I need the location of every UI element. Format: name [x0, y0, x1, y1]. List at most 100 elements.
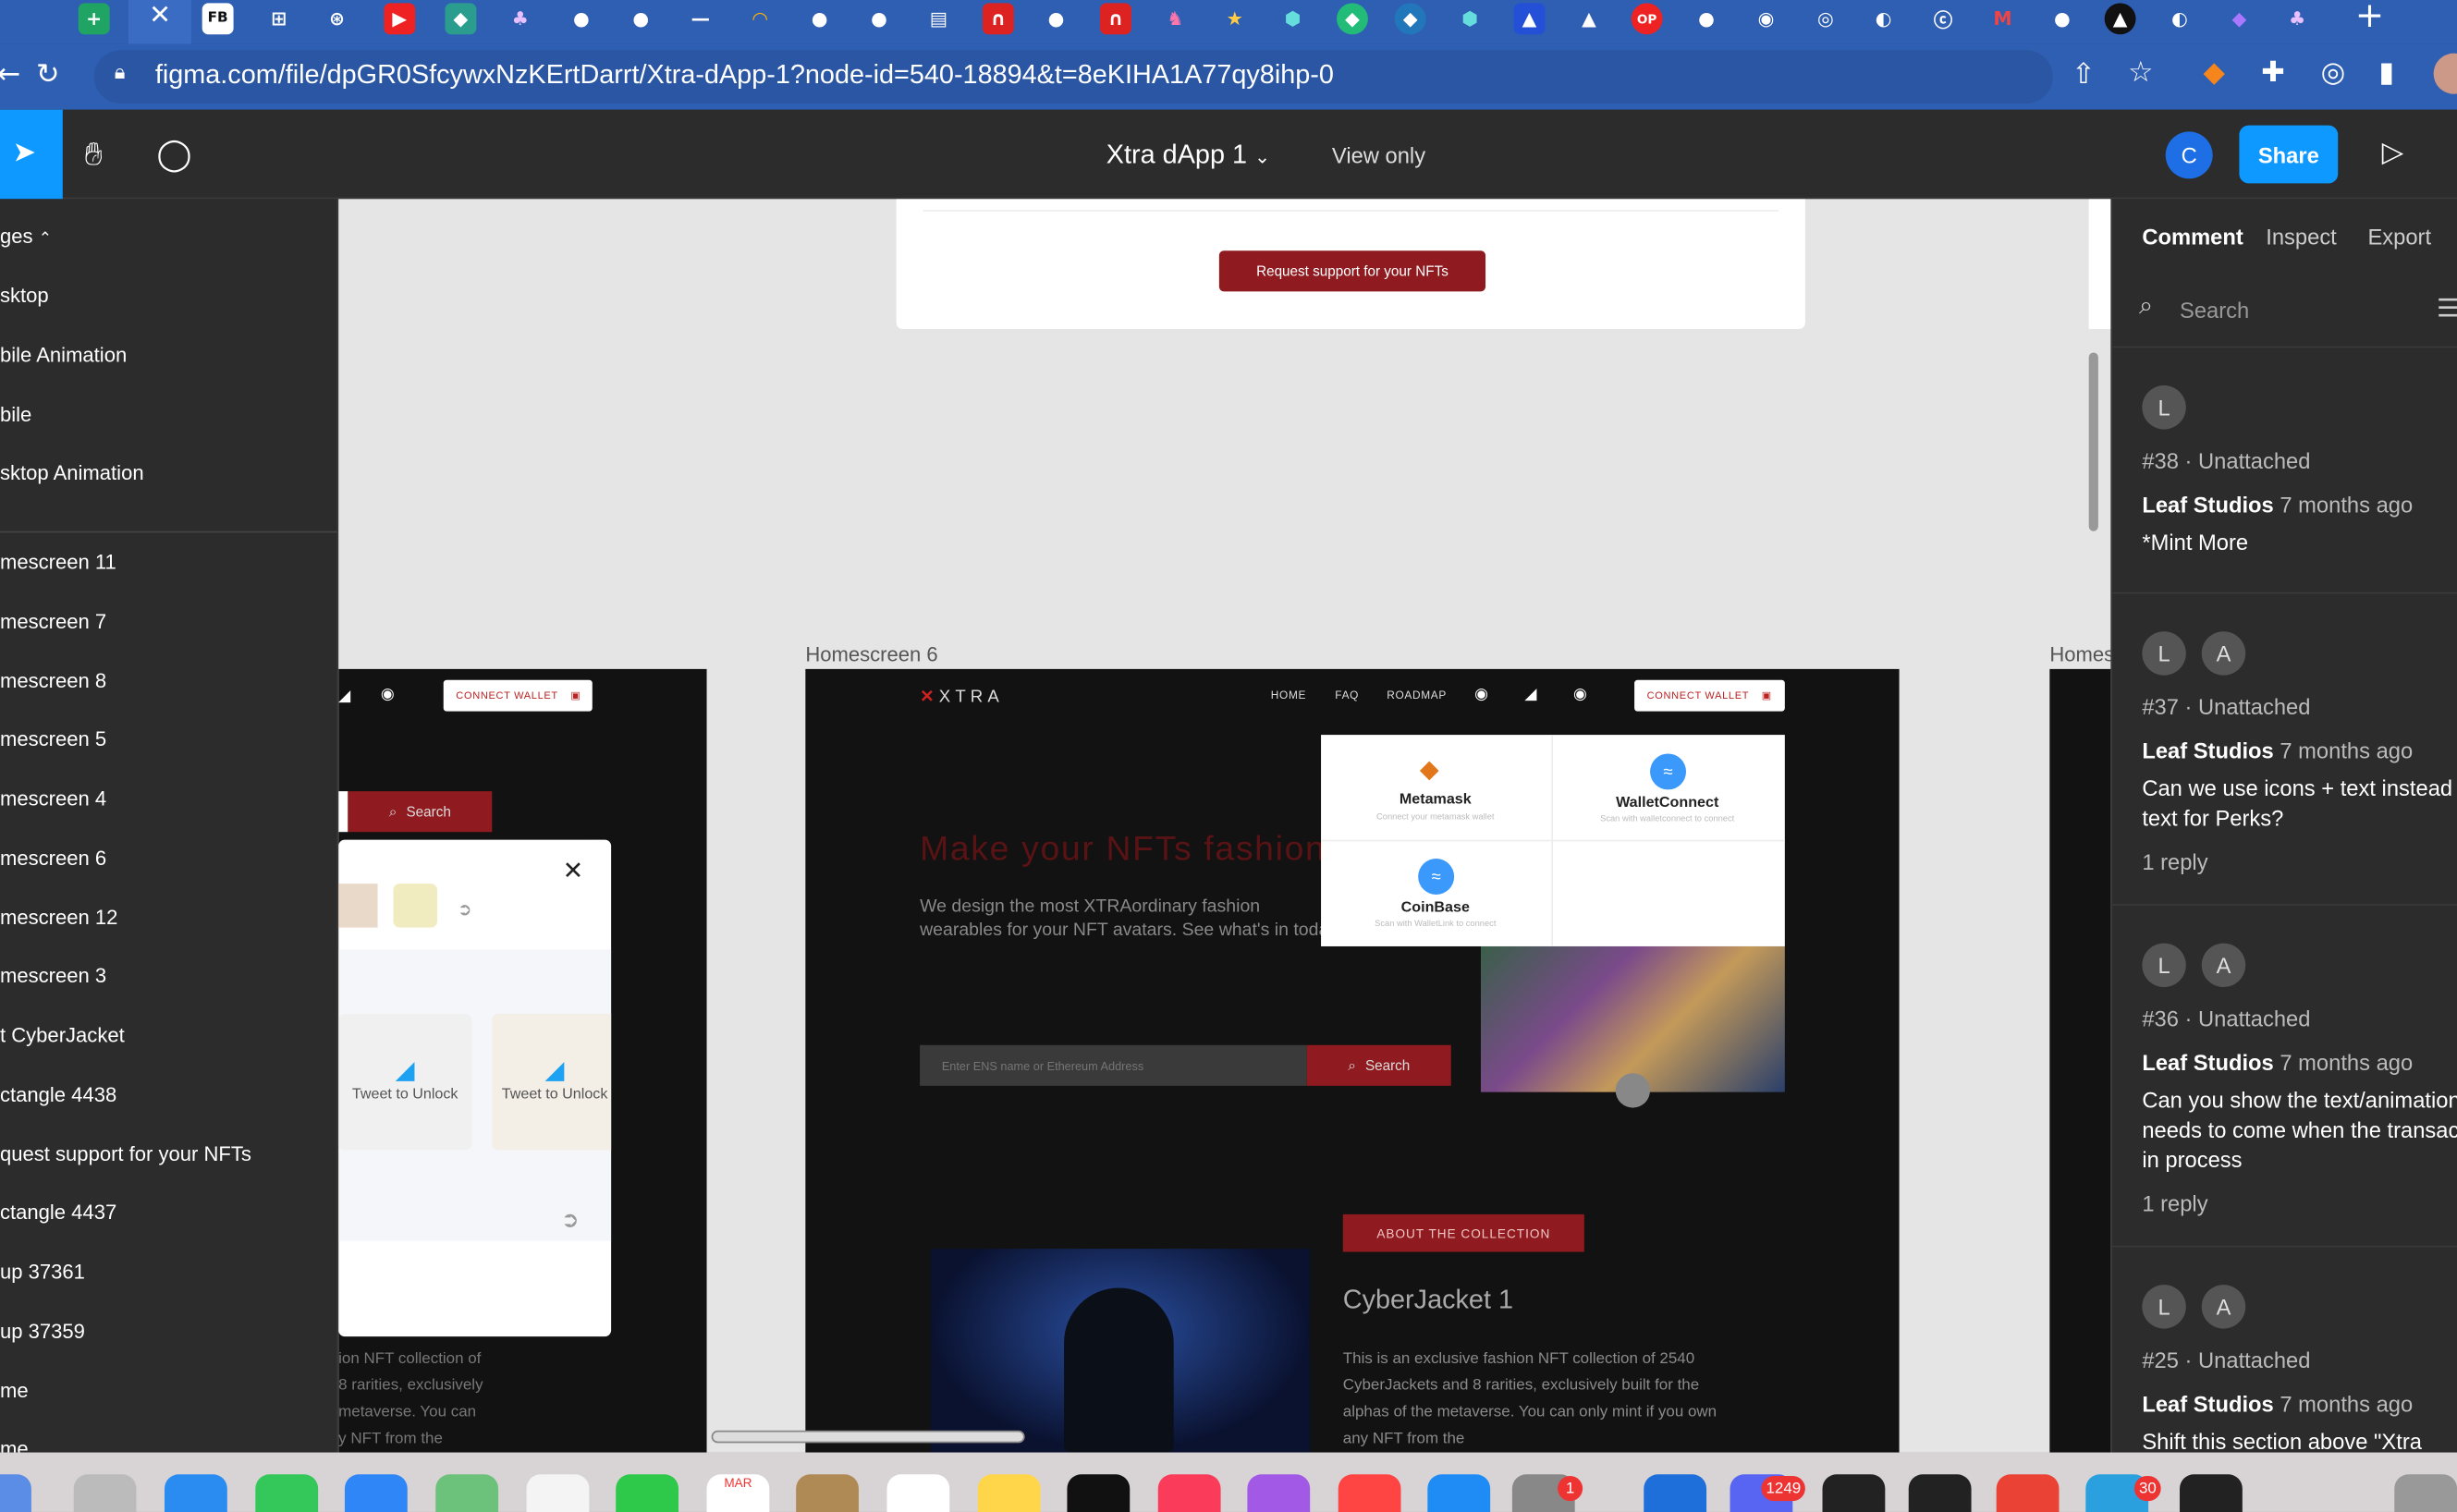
messages-icon[interactable]: [255, 1474, 319, 1512]
github-tab-icon-4[interactable]: ●: [863, 3, 895, 34]
discord-icon[interactable]: ◉: [381, 687, 395, 704]
tab-icon-teal[interactable]: ◆: [445, 3, 477, 35]
rainbow-tab-icon[interactable]: ◠: [744, 3, 776, 34]
active-tab[interactable]: ✕: [128, 0, 191, 44]
layer-item[interactable]: ctangle 4438: [0, 1082, 116, 1105]
tab-icon-fb[interactable]: FB: [202, 3, 234, 35]
app-icon[interactable]: [1822, 1474, 1886, 1512]
tweet-card[interactable]: ◢ Tweet to Unlock: [492, 1013, 612, 1151]
terminal-icon[interactable]: [1908, 1474, 1972, 1512]
chevron-down-icon[interactable]: ⌄: [1254, 146, 1270, 168]
tab-icon-drop-2[interactable]: ◆: [1394, 3, 1426, 35]
github-tab-icon-7[interactable]: ●: [2047, 3, 2078, 34]
share-button[interactable]: Share: [2239, 125, 2339, 184]
page-item[interactable]: sktop Animation: [0, 460, 144, 483]
frame-label-homescreen-6[interactable]: Homescreen 6: [805, 642, 937, 665]
tab-icon-triangle-2[interactable]: ▲: [1573, 3, 1605, 34]
layer-item[interactable]: mescreen 11: [0, 550, 116, 573]
arrow-circle-icon[interactable]: ➲: [458, 899, 472, 920]
optimism-tab-icon[interactable]: OP: [1631, 3, 1663, 35]
page-item[interactable]: bile: [0, 403, 31, 426]
github-tab-icon[interactable]: ●: [566, 3, 597, 34]
tab-icon-pink[interactable]: ♣: [505, 3, 536, 34]
reload-icon[interactable]: ↻: [36, 58, 60, 91]
url-text[interactable]: figma.com/file/dpGR0SfcywxNzKErtDarrt/Xt…: [155, 59, 1334, 91]
photos-icon[interactable]: [526, 1474, 590, 1512]
finder-icon[interactable]: [0, 1474, 31, 1512]
slider-handle[interactable]: [1615, 1073, 1651, 1108]
search-button[interactable]: ⌕ Search: [1306, 1044, 1451, 1086]
github-tab-icon-2[interactable]: ●: [625, 3, 656, 34]
launchpad-icon[interactable]: [73, 1474, 137, 1512]
tab-icon-triangle[interactable]: ▲: [1513, 3, 1546, 35]
podcasts-icon[interactable]: [1247, 1474, 1311, 1512]
maps-icon[interactable]: [435, 1474, 499, 1512]
tab-icon-line[interactable]: —: [685, 3, 716, 34]
tab-icon-red-2[interactable]: ∩: [1100, 3, 1131, 35]
wallet-select-modal[interactable]: ◆ Metamask Connect your metamask wallet …: [1321, 735, 1785, 946]
layer-item[interactable]: t CyberJacket: [0, 1023, 125, 1046]
github-tab-icon-6[interactable]: ●: [1691, 3, 1722, 34]
facetime-icon[interactable]: [616, 1474, 679, 1512]
extensions-puzzle-icon[interactable]: ✚: [2261, 56, 2285, 90]
tab-comment[interactable]: Comment: [2142, 224, 2243, 249]
gmail-tab-icon[interactable]: M: [1987, 3, 2019, 34]
opensea-icon[interactable]: ◉: [1474, 687, 1488, 704]
mail-icon[interactable]: [344, 1474, 408, 1512]
layer-item[interactable]: mescreen 12: [0, 906, 117, 929]
page-item[interactable]: sktop: [0, 284, 49, 307]
layer-item[interactable]: mescreen 3: [0, 964, 106, 987]
tab-icon-bolt[interactable]: ★: [1219, 3, 1251, 34]
reminders-icon[interactable]: [886, 1474, 950, 1512]
tab-icon-link[interactable]: ⊛: [322, 3, 353, 34]
close-icon[interactable]: ✕: [563, 856, 584, 887]
move-tool[interactable]: ➤: [0, 109, 63, 200]
tweet-unlock-modal[interactable]: ✕ ➲ ◢ Tweet to Unlock ◢ Tweet to Unlock …: [338, 839, 612, 1337]
metamask-option[interactable]: ◆ Metamask Connect your metamask wallet: [1321, 735, 1551, 840]
back-arrow-icon[interactable]: ←: [0, 58, 20, 91]
vertical-scrollbar[interactable]: [2088, 352, 2098, 531]
vscode-icon[interactable]: [1644, 1474, 1707, 1512]
activity-monitor-icon[interactable]: [2180, 1474, 2243, 1512]
news-icon[interactable]: [1338, 1474, 1401, 1512]
tab-icon-cube[interactable]: ⬢: [1277, 3, 1309, 34]
tab-export[interactable]: Export: [2367, 224, 2431, 249]
tab-icon-grid[interactable]: ⊞: [263, 3, 295, 34]
tab-icon-drop[interactable]: ◆: [1337, 3, 1368, 35]
coinbase-option[interactable]: ≈ CoinBase Scan with WalletLink to conne…: [1321, 841, 1551, 946]
tab-icon-unicorn[interactable]: ♞: [1159, 3, 1191, 34]
tab-icon-book[interactable]: ▤: [923, 3, 954, 34]
layer-item[interactable]: me: [0, 1379, 29, 1402]
present-play-icon[interactable]: ▷: [2382, 136, 2403, 169]
connect-wallet-button[interactable]: CONNECT WALLET ▣: [1634, 679, 1785, 712]
reply-count[interactable]: 1 reply: [2142, 849, 2207, 874]
layer-item[interactable]: up 37361: [0, 1260, 85, 1283]
layer-item[interactable]: mescreen 7: [0, 609, 106, 632]
layer-item[interactable]: up 37359: [0, 1319, 85, 1342]
page-item[interactable]: bile Animation: [0, 343, 127, 366]
walletconnect-option[interactable]: ≈ WalletConnect Scan with walletconnect …: [1553, 735, 1785, 840]
homescreen-6-frame[interactable]: ✕XTRA HOME FAQ ROADMAP ◉ ◢ ◉ CONNECT WAL…: [805, 668, 1900, 1453]
layer-item[interactable]: mescreen 5: [0, 727, 106, 750]
tab-icon-red[interactable]: ∩: [982, 3, 1014, 35]
tab-icon-dark[interactable]: ▲: [2104, 3, 2136, 35]
hand-tool-icon[interactable]: ✋︎: [85, 135, 103, 173]
frame-label-right[interactable]: Homes: [2049, 642, 2110, 665]
tab-inspect[interactable]: Inspect: [2266, 224, 2337, 249]
extension-icon[interactable]: ◎: [2321, 56, 2346, 90]
user-avatar[interactable]: C: [2165, 131, 2213, 179]
trash-icon[interactable]: [2394, 1474, 2457, 1512]
bookmark-star-icon[interactable]: ☆: [2128, 56, 2153, 90]
layer-item[interactable]: ctangle 4437: [0, 1201, 116, 1224]
layer-item[interactable]: quest support for your NFTs: [0, 1142, 251, 1165]
nav-roadmap[interactable]: ROADMAP: [1387, 691, 1447, 702]
tab-icon-target[interactable]: ◎: [1810, 3, 1841, 34]
sheets-tab-icon[interactable]: +: [78, 3, 110, 35]
design-canvas[interactable]: Request support for your NFTs Homescreen…: [338, 199, 2111, 1453]
side-panel-icon[interactable]: ▮: [2378, 56, 2394, 90]
tab-icon-globe[interactable]: ◉: [1751, 3, 1782, 34]
github-tab-icon-3[interactable]: ●: [804, 3, 836, 34]
nav-home[interactable]: HOME: [1271, 691, 1306, 702]
apple-tv-icon[interactable]: [1067, 1474, 1131, 1512]
tab-icon-chart-2[interactable]: ◐: [2164, 3, 2195, 34]
